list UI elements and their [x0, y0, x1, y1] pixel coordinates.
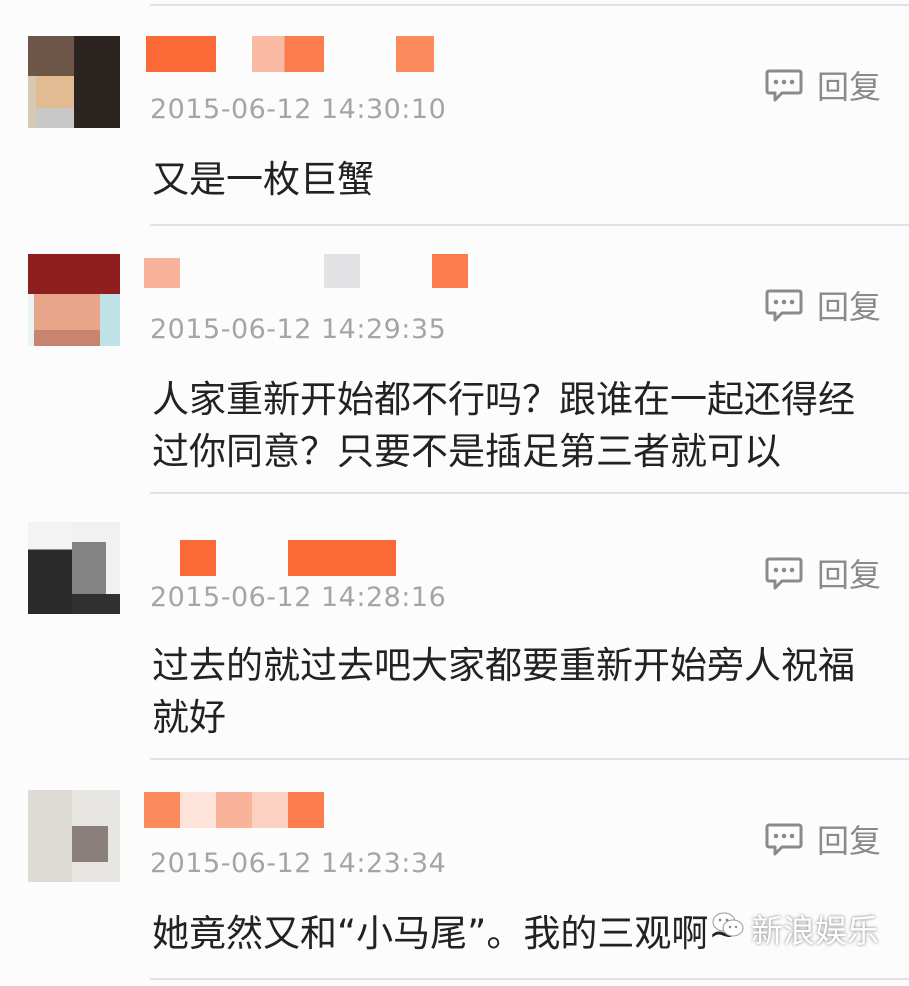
- username-redacted[interactable]: [146, 36, 216, 72]
- reply-label: 回复: [816, 822, 881, 860]
- username-redacted[interactable]: [252, 36, 324, 72]
- comment-text: 过去的就过去吧大家都要重新开始旁人祝福就好: [152, 644, 855, 739]
- avatar[interactable]: [28, 36, 120, 128]
- comment-icon: [765, 68, 803, 102]
- reply-label: 回复: [816, 288, 881, 326]
- divider: [150, 978, 909, 980]
- watermark-label: 新浪娱乐: [750, 912, 879, 950]
- comment-timestamp: 2015-06-12 14:30:10: [150, 94, 447, 125]
- username-redacted[interactable]: [144, 792, 180, 828]
- username-redacted[interactable]: [432, 254, 468, 288]
- comment-timestamp: 2015-06-12 14:28:16: [150, 582, 447, 613]
- divider: [150, 492, 909, 494]
- comment-text: 又是一枚巨蟹: [152, 158, 374, 201]
- avatar[interactable]: [28, 790, 120, 882]
- reply-label: 回复: [816, 556, 881, 594]
- avatar[interactable]: [28, 522, 120, 614]
- username-redacted[interactable]: [144, 258, 180, 288]
- username-redacted[interactable]: [396, 36, 434, 72]
- avatar[interactable]: [28, 254, 120, 346]
- username-redacted[interactable]: [180, 540, 216, 576]
- divider: [150, 758, 909, 760]
- watermark: 新浪娱乐: [711, 906, 879, 952]
- comment-icon: [765, 288, 803, 322]
- divider: [150, 4, 909, 6]
- username-redacted[interactable]: [288, 540, 396, 576]
- reply-label: 回复: [816, 68, 881, 106]
- comment-icon: [765, 822, 803, 856]
- username-redacted[interactable]: [324, 254, 360, 288]
- reply-button[interactable]: 回复: [765, 550, 881, 596]
- comment-timestamp: 2015-06-12 14:23:34: [150, 848, 447, 879]
- wechat-icon: [711, 910, 745, 948]
- reply-button[interactable]: 回复: [765, 62, 881, 108]
- reply-button[interactable]: 回复: [765, 816, 881, 862]
- username-redacted[interactable]: [180, 792, 324, 828]
- comment-timestamp: 2015-06-12 14:29:35: [150, 314, 447, 345]
- divider: [150, 224, 909, 226]
- comment-text: 人家重新开始都不行吗？跟谁在一起还得经过你同意？只要不是插足第三者就可以: [152, 378, 855, 473]
- reply-button[interactable]: 回复: [765, 282, 881, 328]
- comment-icon: [765, 556, 803, 590]
